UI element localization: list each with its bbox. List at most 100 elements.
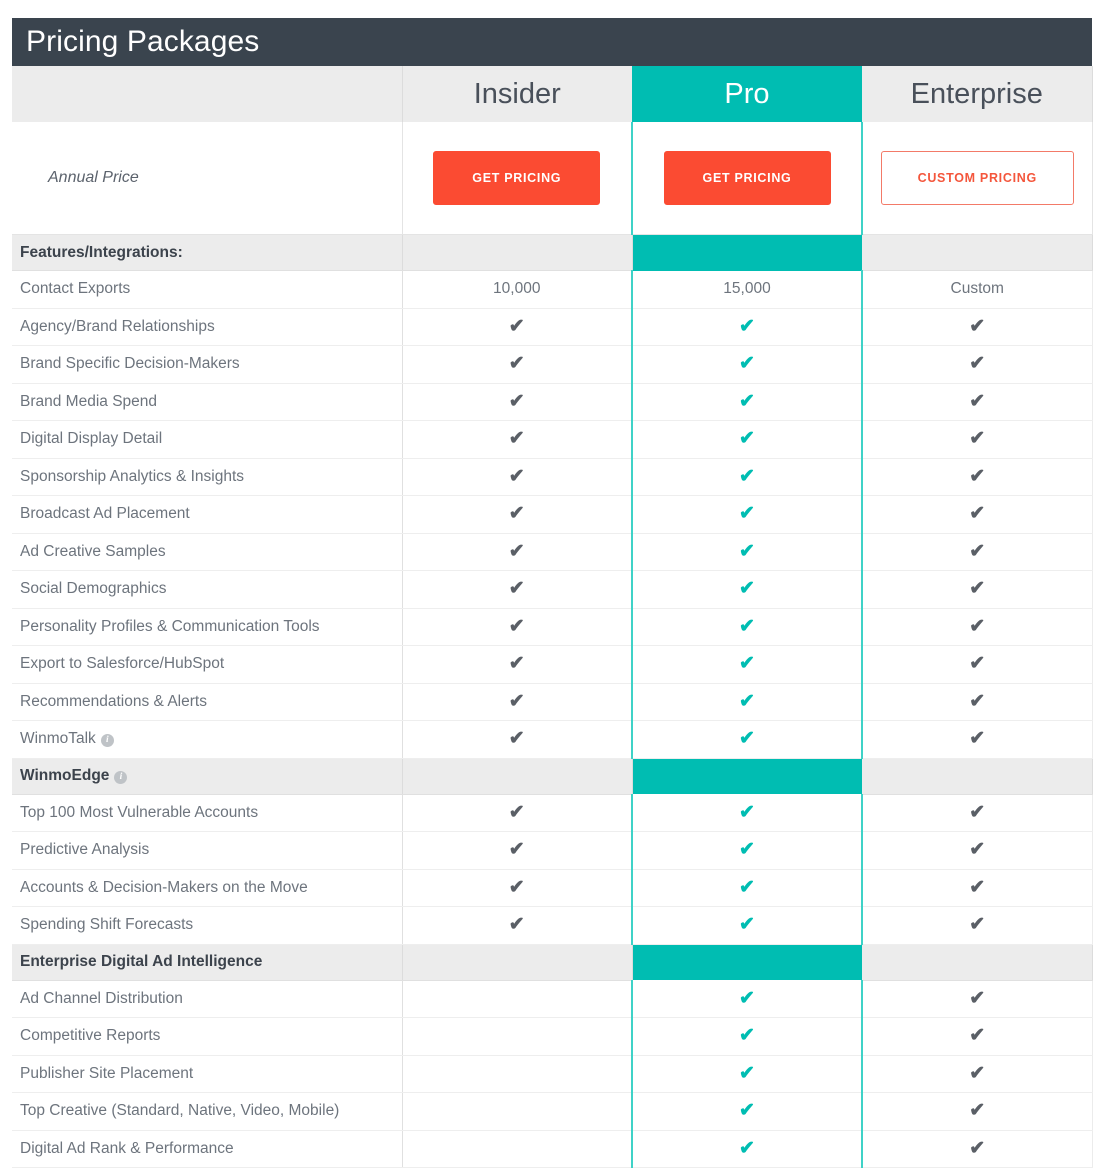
check-icon: ✔ <box>969 728 986 750</box>
check-icon: ✔ <box>508 801 525 823</box>
feature-value-insider: ✔ <box>402 308 633 346</box>
check-icon: ✔ <box>969 465 986 487</box>
section-spacer-insider <box>402 944 633 981</box>
table-row: Recommendations & Alerts ✔ ✔ ✔ <box>12 683 1093 721</box>
feature-value-insider: 10,000 <box>402 270 633 309</box>
feature-value-pro: ✔ <box>631 1055 863 1093</box>
info-icon[interactable]: i <box>114 771 128 784</box>
section-spacer-pro <box>632 758 862 794</box>
feature-label-cell: WinmoTalk i <box>12 720 403 759</box>
check-icon: ✔ <box>969 876 986 898</box>
feature-value-text: 15,000 <box>723 280 771 297</box>
feature-value-pro: ✔ <box>631 645 863 684</box>
check-icon: ✔ <box>969 1137 986 1159</box>
feature-value-insider: ✔ <box>402 533 633 571</box>
section-title-features-integrations: Features/Integrations: <box>12 234 403 271</box>
feature-label-cell: Export to Salesforce/HubSpot <box>12 645 403 684</box>
check-icon: ✔ <box>508 315 525 337</box>
table-row: Broadcast Ad Placement ✔ ✔ ✔ <box>12 495 1093 534</box>
section-spacer-enterprise <box>862 758 1093 795</box>
feature-label-cell: Predictive Analysis <box>12 831 403 870</box>
feature-label-cell: Ad Channel Distribution <box>12 980 403 1018</box>
feature-label-cell: Social Demographics <box>12 570 403 609</box>
check-icon: ✔ <box>969 315 986 337</box>
feature-value-pro: ✔ <box>631 458 863 496</box>
feature-label-cell: Agency/Brand Relationships <box>12 308 403 346</box>
check-icon: ✔ <box>739 690 755 712</box>
section-title-label: Features/Integrations: <box>20 243 183 261</box>
feature-label: Digital Display Detail <box>20 430 163 448</box>
check-icon: ✔ <box>739 503 755 525</box>
feature-value-enterprise: ✔ <box>862 1055 1093 1093</box>
feature-label-cell: Brand Specific Decision-Makers <box>12 345 403 384</box>
feature-label-cell: Sponsorship Analytics & Insights <box>12 458 403 496</box>
section-title-label: WinmoEdge <box>20 767 110 784</box>
feature-value-insider: ✔ <box>402 794 633 832</box>
feature-value-insider: ✔ <box>402 495 633 534</box>
feature-value-insider: ✔ <box>402 345 633 384</box>
annual-price-label: Annual Price <box>48 169 139 186</box>
check-icon: ✔ <box>508 465 525 487</box>
table-row: Digital Ad Rank & Performance ✔ ✔ <box>12 1130 1093 1168</box>
feature-label: Brand Media Spend <box>20 392 158 410</box>
feature-value-insider: ✔ <box>402 383 633 421</box>
feature-value-insider: ✔ <box>402 570 633 609</box>
feature-value-pro: ✔ <box>631 495 863 534</box>
feature-value-pro: ✔ <box>631 720 863 759</box>
table-row: Digital Display Detail ✔ ✔ ✔ <box>12 420 1093 459</box>
section-spacer-pro <box>632 944 862 980</box>
feature-value-pro: ✔ <box>631 1092 863 1131</box>
check-icon: ✔ <box>969 1100 986 1122</box>
table-row: Predictive Analysis ✔ ✔ ✔ <box>12 831 1093 870</box>
feature-sections-body: Features/Integrations: Contact Exports 10,… <box>12 234 1093 1168</box>
check-icon: ✔ <box>969 353 986 375</box>
feature-label: Broadcast Ad Placement <box>20 505 190 523</box>
plan-name-label: Insider <box>473 77 561 110</box>
info-icon[interactable]: i <box>100 734 114 748</box>
check-icon: ✔ <box>508 503 525 525</box>
get-pricing-button-pro[interactable]: GET PRICING <box>663 150 831 206</box>
feature-value-enterprise: ✔ <box>862 794 1093 832</box>
feature-label-cell: Accounts & Decision-Makers on the Move <box>12 869 403 907</box>
table-row: Accounts & Decision-Makers on the Move ✔ ✔… <box>12 869 1093 907</box>
section-header-row: Enterprise Digital Ad Intelligence <box>12 944 1093 981</box>
check-icon: ✔ <box>508 540 525 562</box>
get-pricing-button-insider[interactable]: GET PRICING <box>433 150 601 206</box>
feature-value-enterprise: ✔ <box>862 383 1093 421</box>
feature-label: Top Creative (Standard, Native, Video, M… <box>20 1102 340 1120</box>
feature-value-insider <box>402 1055 633 1093</box>
feature-label-cell: Ad Creative Samples <box>12 533 403 571</box>
feature-value-pro: ✔ <box>631 570 863 609</box>
check-icon: ✔ <box>508 876 525 898</box>
feature-label: Brand Specific Decision-Makers <box>20 355 240 373</box>
annual-price-row: Annual Price GET PRICING GET PRICING CUS… <box>12 122 1093 235</box>
feature-label-cell: Recommendations & Alerts <box>12 683 403 721</box>
feature-value-insider: ✔ <box>402 608 633 646</box>
check-icon: ✔ <box>739 353 755 375</box>
feature-label: Predictive Analysis <box>20 841 150 859</box>
check-icon: ✔ <box>969 390 986 412</box>
check-icon: ✔ <box>508 390 525 412</box>
check-icon: ✔ <box>739 615 755 637</box>
feature-label: Publisher Site Placement <box>20 1064 194 1082</box>
table-row: Top 100 Most Vulnerable Accounts ✔ ✔ ✔ <box>12 794 1093 832</box>
section-spacer-pro <box>632 234 862 271</box>
feature-label-cell: Publisher Site Placement <box>12 1055 403 1093</box>
feature-label-cell: Personality Profiles & Communication Too… <box>12 608 403 646</box>
check-icon: ✔ <box>969 653 986 675</box>
feature-label: Ad Creative Samples <box>20 542 166 560</box>
check-icon: ✔ <box>969 578 986 600</box>
feature-value-insider <box>402 1130 633 1168</box>
feature-value-pro: ✔ <box>631 533 863 571</box>
feature-value-pro: ✔ <box>631 906 863 945</box>
custom-pricing-button-enterprise[interactable]: CUSTOM PRICING <box>880 150 1074 206</box>
check-icon: ✔ <box>739 540 755 562</box>
annual-price-cell-insider: GET PRICING <box>402 122 633 235</box>
check-icon: ✔ <box>739 1100 755 1122</box>
check-icon: ✔ <box>739 428 755 450</box>
check-icon: ✔ <box>508 353 525 375</box>
table-row: WinmoTalk i ✔ ✔ ✔ <box>12 720 1093 759</box>
feature-label: Personality Profiles & Communication Too… <box>20 617 320 635</box>
check-icon: ✔ <box>969 1062 986 1084</box>
feature-value-enterprise: ✔ <box>862 495 1093 534</box>
